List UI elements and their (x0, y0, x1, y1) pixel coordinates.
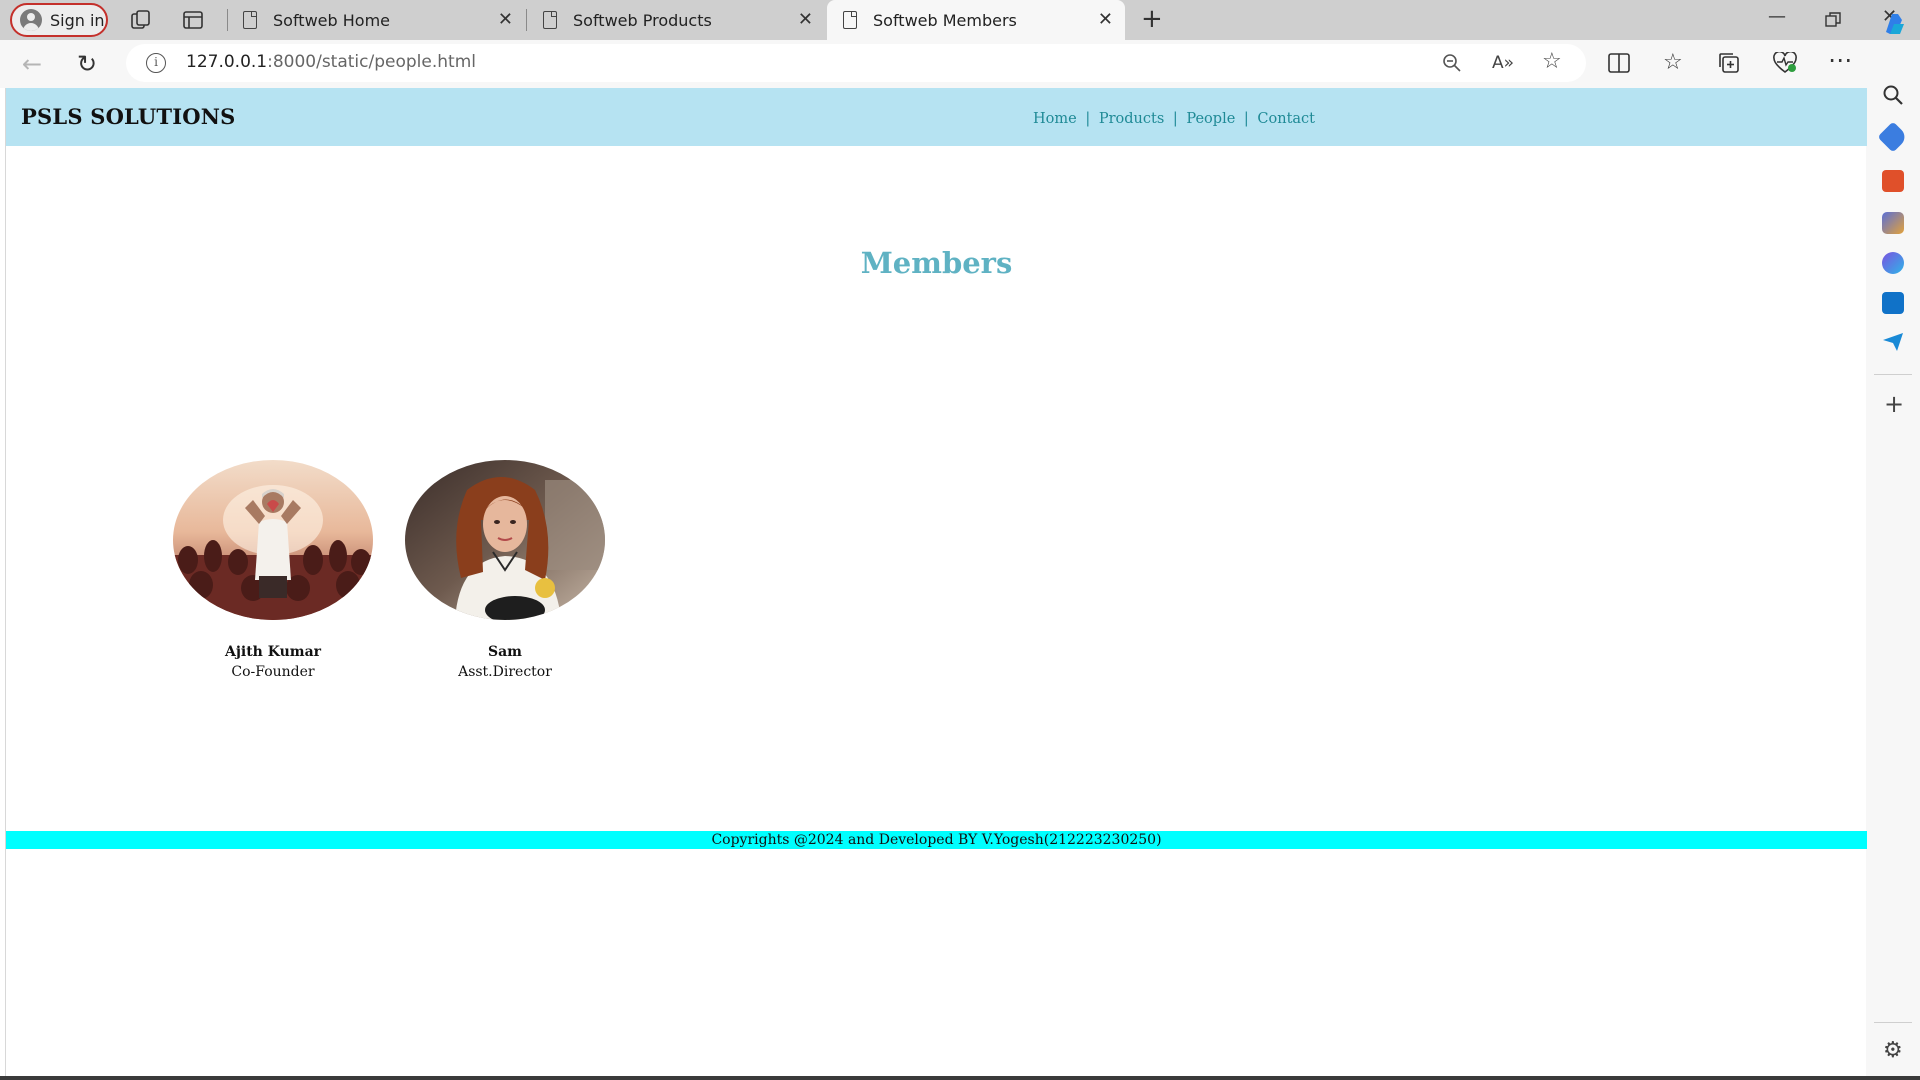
site-header: PSLS SOLUTIONS Home | Products | People … (6, 88, 1867, 146)
sign-in-button[interactable]: Sign in (10, 3, 108, 37)
search-icon[interactable] (1882, 84, 1904, 106)
taskbar-edge (0, 1076, 1920, 1080)
site-nav: Home | Products | People | Contact (1033, 111, 1315, 127)
page-viewport: PSLS SOLUTIONS Home | Products | People … (5, 88, 1867, 1078)
member-name: Sam (488, 644, 522, 660)
close-tab-icon[interactable]: ✕ (498, 11, 513, 29)
minimize-icon[interactable]: — (1768, 6, 1786, 27)
page-icon (543, 11, 557, 29)
tab-title: Softweb Members (873, 10, 1017, 30)
address-bar[interactable]: i 127.0.0.1:8000/static/people.html A» ☆ (126, 44, 1586, 82)
page-icon (843, 11, 857, 29)
tab-softweb-products[interactable]: Softweb Products ✕ (527, 0, 825, 40)
zoom-out-icon[interactable] (1442, 53, 1462, 73)
add-sidebar-app-icon[interactable]: + (1884, 390, 1904, 418)
sidebar-divider (1874, 1022, 1912, 1023)
url-path: :8000/static/people.html (267, 52, 476, 72)
address-bar-row: ← ↻ i 127.0.0.1:8000/static/people.html … (0, 40, 1920, 88)
favorites-icon[interactable]: ☆ (1663, 50, 1683, 75)
more-options-icon[interactable]: ⋯ (1828, 46, 1852, 74)
page-icon (243, 11, 257, 29)
drop-send-icon[interactable] (1882, 332, 1904, 352)
member-role: Co-Founder (231, 664, 315, 680)
split-screen-icon[interactable] (1608, 53, 1630, 73)
url-host: 127.0.0.1 (186, 52, 268, 72)
member-photo-sam (405, 460, 605, 620)
member-name: Ajith Kumar (224, 644, 322, 660)
nav-separator: | (1172, 111, 1178, 127)
restore-icon[interactable] (1825, 12, 1841, 28)
shopping-tag-icon[interactable] (1877, 121, 1909, 153)
tab-softweb-home[interactable]: Softweb Home ✕ (227, 0, 525, 40)
tools-briefcase-icon[interactable] (1882, 170, 1904, 192)
browser-essentials-icon[interactable] (1773, 52, 1797, 74)
profile-icon (20, 9, 42, 31)
member-card: Sam Asst.Director (405, 460, 605, 680)
nav-link-people[interactable]: People (1186, 111, 1235, 127)
nav-separator: | (1243, 111, 1249, 127)
sidebar-settings-icon[interactable]: ⚙ (1883, 1038, 1903, 1063)
tab-strip: Sign in Softweb Home ✕ Softweb Products … (0, 0, 1920, 40)
site-brand: PSLS SOLUTIONS (21, 104, 236, 129)
member-role: Asst.Director (458, 664, 552, 680)
member-card: Ajith Kumar Co-Founder (173, 460, 373, 680)
nav-separator: | (1085, 111, 1091, 127)
tab-softweb-members[interactable]: Softweb Members ✕ (827, 0, 1125, 40)
tab-actions-icon[interactable] (181, 8, 205, 32)
nav-link-contact[interactable]: Contact (1257, 111, 1315, 127)
tab-title: Softweb Home (273, 10, 390, 30)
sign-in-label: Sign in (50, 10, 105, 30)
refresh-icon[interactable]: ↻ (77, 50, 97, 78)
browser-sidebar: + ⚙ (1866, 14, 1920, 1080)
url-text[interactable]: 127.0.0.1:8000/static/people.html (186, 52, 476, 72)
favorite-star-icon[interactable]: ☆ (1542, 49, 1562, 74)
games-icon[interactable] (1882, 212, 1904, 234)
workspaces-icon[interactable] (129, 8, 153, 32)
microsoft-365-icon[interactable] (1882, 252, 1904, 274)
new-tab-icon[interactable]: + (1141, 6, 1163, 32)
collections-icon[interactable] (1718, 52, 1740, 74)
sidebar-divider (1874, 374, 1912, 375)
site-footer: Copyrights @2024 and Developed BY V.Yoge… (6, 831, 1867, 849)
nav-link-home[interactable]: Home (1033, 111, 1077, 127)
copilot-icon[interactable] (1880, 10, 1908, 38)
read-aloud-icon[interactable]: A» (1492, 53, 1514, 73)
nav-link-products[interactable]: Products (1099, 111, 1164, 127)
close-tab-icon[interactable]: ✕ (1098, 11, 1113, 29)
member-photo-ajith-kumar (173, 460, 373, 620)
outlook-icon[interactable] (1882, 292, 1904, 314)
page-title: Members (860, 246, 1013, 280)
back-icon[interactable]: ← (22, 50, 42, 78)
close-tab-icon[interactable]: ✕ (798, 11, 813, 29)
site-info-icon[interactable]: i (146, 53, 166, 73)
tab-title: Softweb Products (573, 10, 712, 30)
